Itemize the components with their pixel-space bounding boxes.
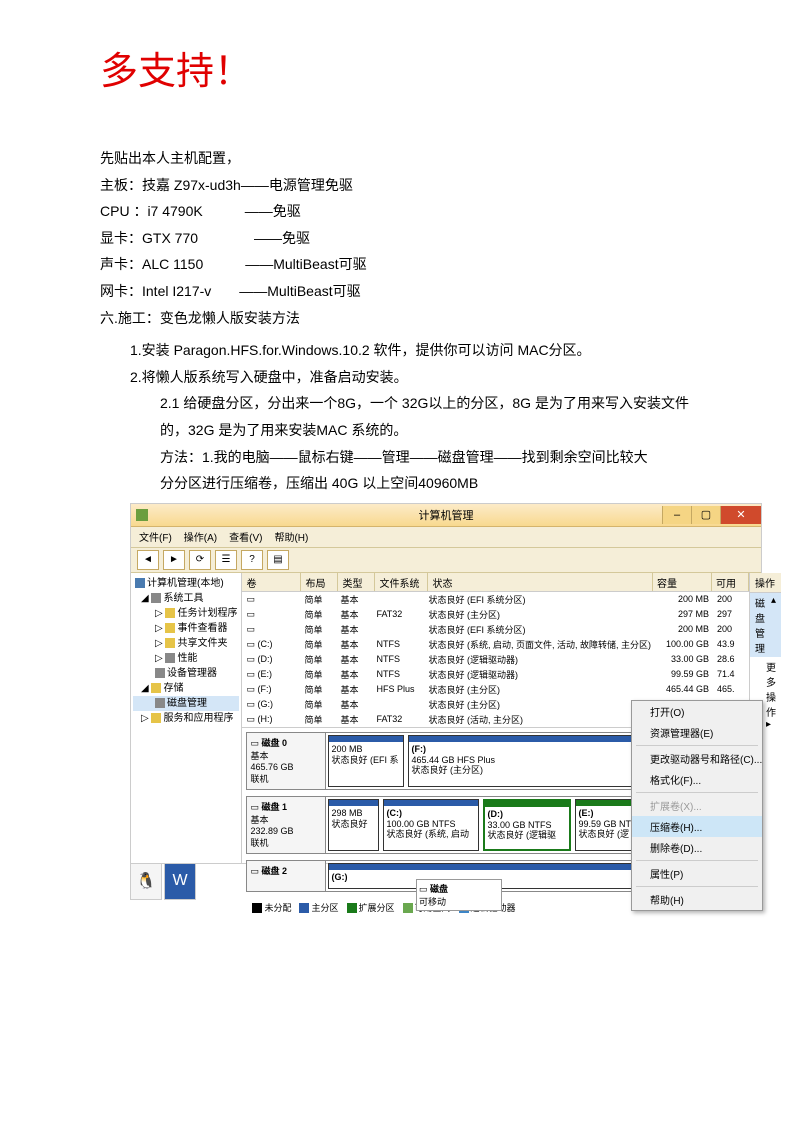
specs-block: 先贴出本人主机配置， 主板：技嘉 Z97x-ud3h——电源管理免驱 CPU ：… bbox=[100, 145, 700, 331]
window-titlebar[interactable]: 计算机管理 – ▢ ✕ bbox=[131, 504, 761, 527]
page-title: 多支持！ bbox=[100, 40, 700, 95]
volume-row[interactable]: ▭ (D:)简单基本NTFS状态良好 (逻辑驱动器)33.00 GB28.6 bbox=[242, 652, 749, 667]
tree-share[interactable]: ▷ 共享文件夹 bbox=[133, 636, 239, 651]
step-method-b: 分分区进行压缩卷，压缩出 40G 以上空间40960MB bbox=[100, 470, 700, 497]
fwd-button[interactable]: ► bbox=[163, 550, 185, 570]
step-method-a: 方法：1.我的电脑——鼠标右键——管理——磁盘管理——找到剩余空间比较大 bbox=[100, 444, 700, 471]
ctx-prop[interactable]: 属性(P) bbox=[632, 863, 762, 884]
col-free[interactable]: 可用 bbox=[712, 573, 749, 591]
volume-header: 卷 布局 类型 文件系统 状态 容量 可用 bbox=[242, 573, 749, 592]
col-type[interactable]: 类型 bbox=[338, 573, 375, 591]
app-icon bbox=[136, 509, 148, 521]
disk1-part3[interactable]: (D:)33.00 GB NTFS状态良好 (逻辑驱 bbox=[483, 799, 571, 851]
spec-gpu: 显卡：GTX 770 ——免驱 bbox=[100, 225, 700, 252]
disk1-part2[interactable]: (C:)100.00 GB NTFS状态良好 (系统, 启动 bbox=[383, 799, 479, 851]
volume-row[interactable]: ▭ 简单基本状态良好 (EFI 系统分区)200 MB200 bbox=[242, 622, 749, 637]
volume-row[interactable]: ▭ (C:)简单基本NTFS状态良好 (系统, 启动, 页面文件, 活动, 故障… bbox=[242, 637, 749, 652]
close-button[interactable]: ✕ bbox=[720, 506, 761, 524]
spec-mb: 主板：技嘉 Z97x-ud3h——电源管理免驱 bbox=[100, 172, 700, 199]
help-button[interactable]: ? bbox=[241, 550, 263, 570]
actions-header: 操作 bbox=[750, 573, 781, 593]
disk1-part1[interactable]: 298 MB状态良好 bbox=[328, 799, 379, 851]
spec-intro: 先贴出本人主机配置， bbox=[100, 145, 700, 172]
ctx-delete[interactable]: 删除卷(D)... bbox=[632, 837, 762, 858]
tree-diskmgr[interactable]: 磁盘管理 bbox=[133, 696, 239, 711]
maximize-button[interactable]: ▢ bbox=[691, 506, 720, 524]
volume-row[interactable]: ▭ (F:)简单基本HFS Plus状态良好 (主分区)465.44 GB465… bbox=[242, 682, 749, 697]
menu-help[interactable]: 帮助(H) bbox=[274, 529, 308, 544]
menu-action[interactable]: 操作(A) bbox=[184, 529, 217, 544]
view-button[interactable]: ▤ bbox=[267, 550, 289, 570]
disk-0-label[interactable]: ▭ 磁盘 0 基本465.76 GB联机 bbox=[247, 733, 326, 789]
tree-storage[interactable]: ◢ 存储 bbox=[133, 681, 239, 696]
tool-bar: ◄ ► ⟳ ☰ ? ▤ bbox=[131, 548, 761, 573]
spec-audio: 声卡：ALC 1150 ——MultiBeast可驱 bbox=[100, 251, 700, 278]
col-layout[interactable]: 布局 bbox=[301, 573, 338, 591]
spec-nic: 网卡：Intel I217-v ——MultiBeast可驱 bbox=[100, 278, 700, 305]
volume-row[interactable]: ▭ 简单基本状态良好 (EFI 系统分区)200 MB200 bbox=[242, 592, 749, 607]
tree-panel: 计算机管理(本地) ◢ 系统工具 ▷ 任务计划程序 ▷ 事件查看器 ▷ 共享文件… bbox=[131, 573, 242, 863]
word-icon[interactable]: W bbox=[164, 862, 196, 900]
minimize-button[interactable]: – bbox=[662, 506, 691, 524]
disk-2-label[interactable]: ▭ 磁盘 2 bbox=[247, 861, 326, 891]
tree-event[interactable]: ▷ 事件查看器 bbox=[133, 621, 239, 636]
step-2-1: 2.1 给硬盘分区，分出来一个8G，一个 32G以上的分区，8G 是为了用来写入… bbox=[100, 390, 700, 443]
menu-file[interactable]: 文件(F) bbox=[139, 529, 172, 544]
menu-bar: 文件(F) 操作(A) 查看(V) 帮助(H) bbox=[131, 527, 761, 548]
refresh-button[interactable]: ⟳ bbox=[189, 550, 211, 570]
volume-row[interactable]: ▭ (E:)简单基本NTFS状态良好 (逻辑驱动器)99.59 GB71.4 bbox=[242, 667, 749, 682]
tree-svc[interactable]: ▷ 服务和应用程序 bbox=[133, 711, 239, 726]
actions-diskmgr[interactable]: 磁盘管理▴ bbox=[750, 593, 781, 657]
tree-root[interactable]: 计算机管理(本地) bbox=[133, 576, 239, 591]
screenshot-computer-management: 计算机管理 – ▢ ✕ 文件(F) 操作(A) 查看(V) 帮助(H) ◄ ► … bbox=[130, 503, 762, 864]
disk-1-label[interactable]: ▭ 磁盘 1 基本232.89 GB联机 bbox=[247, 797, 326, 853]
context-menu: 打开(O) 资源管理器(E) 更改驱动器号和路径(C)... 格式化(F)...… bbox=[631, 700, 763, 911]
col-fs[interactable]: 文件系统 bbox=[375, 573, 428, 591]
col-cap[interactable]: 容量 bbox=[653, 573, 712, 591]
col-status[interactable]: 状态 bbox=[428, 573, 653, 591]
step-2: 2.将懒人版系统写入硬盘中，准备启动安装。 bbox=[100, 364, 700, 391]
ctx-open[interactable]: 打开(O) bbox=[632, 701, 762, 722]
menu-view[interactable]: 查看(V) bbox=[229, 529, 262, 544]
volume-row[interactable]: ▭ 简单基本FAT32状态良好 (主分区)297 MB297 bbox=[242, 607, 749, 622]
back-button[interactable]: ◄ bbox=[137, 550, 159, 570]
tree-systools[interactable]: ◢ 系统工具 bbox=[133, 591, 239, 606]
disk0-part1[interactable]: 200 MB状态良好 (EFI 系 bbox=[328, 735, 404, 787]
col-vol[interactable]: 卷 bbox=[242, 573, 301, 591]
qq-icon[interactable]: 🐧 bbox=[130, 862, 162, 900]
ctx-format[interactable]: 格式化(F)... bbox=[632, 769, 762, 790]
spec-cpu: CPU ：i7 4790K ——免驱 bbox=[100, 198, 700, 225]
properties-button[interactable]: ☰ bbox=[215, 550, 237, 570]
ctx-help[interactable]: 帮助(H) bbox=[632, 889, 762, 910]
ctx-explorer[interactable]: 资源管理器(E) bbox=[632, 722, 762, 743]
step-1: 1.安装 Paragon.HFS.for.Windows.10.2 软件，提供你… bbox=[100, 337, 700, 364]
ext-disk-box: ▭ 磁盘 可移动 bbox=[416, 879, 502, 911]
ctx-change[interactable]: 更改驱动器号和路径(C)... bbox=[632, 748, 762, 769]
ctx-shrink[interactable]: 压缩卷(H)... bbox=[632, 816, 762, 837]
tree-task[interactable]: ▷ 任务计划程序 bbox=[133, 606, 239, 621]
ctx-extend: 扩展卷(X)... bbox=[632, 795, 762, 816]
window-title-text: 计算机管理 bbox=[419, 507, 474, 523]
steps-block: 1.安装 Paragon.HFS.for.Windows.10.2 软件，提供你… bbox=[100, 337, 700, 497]
tree-dev[interactable]: 设备管理器 bbox=[133, 666, 239, 681]
tree-perf[interactable]: ▷ 性能 bbox=[133, 651, 239, 666]
section-6: 六.施工：变色龙懒人版安装方法 bbox=[100, 305, 700, 332]
